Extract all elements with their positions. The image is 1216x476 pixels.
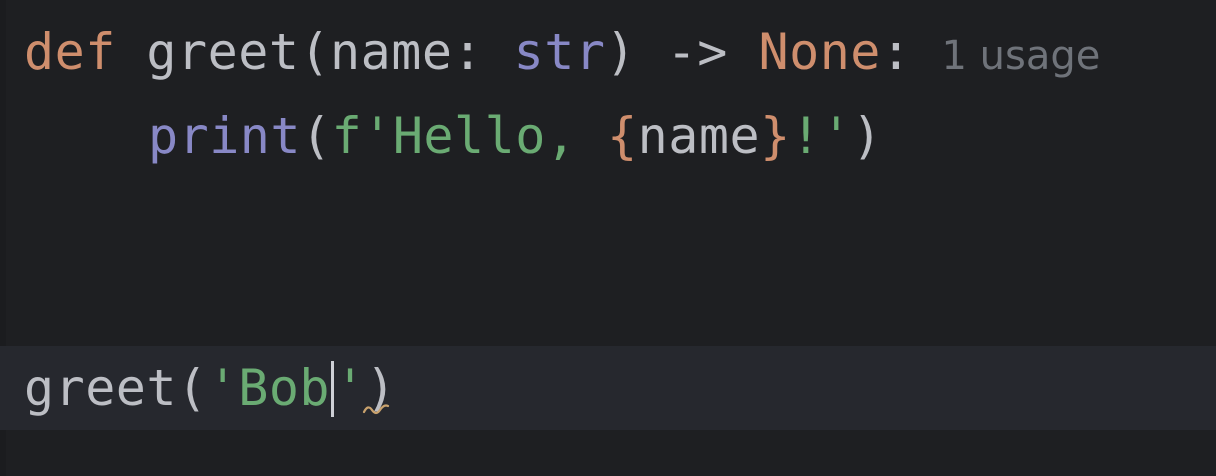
- keyword-def: def: [24, 23, 116, 81]
- builtin-print: print: [148, 107, 302, 165]
- paren-close: ): [851, 107, 883, 165]
- call-greet[interactable]: greet: [24, 359, 177, 417]
- fstring-suffix: !': [790, 107, 852, 165]
- string-argument: 'Bob: [207, 359, 331, 417]
- fstring-prefix: f'Hello,: [331, 107, 608, 165]
- usage-inlay-hint[interactable]: 1 usage: [942, 33, 1101, 79]
- keyword-none: None: [758, 23, 881, 81]
- call-paren-open: (: [177, 359, 208, 417]
- function-name-greet[interactable]: greet: [146, 23, 299, 81]
- parameter-list-open: (name:: [299, 23, 514, 81]
- code-editor[interactable]: def greet(name: str) -> None: 1 usage pri…: [0, 0, 1216, 476]
- fstring-brace-close: }: [760, 107, 791, 165]
- code-line-3[interactable]: greet('Bob '): [24, 346, 396, 430]
- text-caret: [331, 360, 335, 417]
- paren-open: (: [301, 107, 332, 165]
- return-arrow: ) ->: [605, 23, 759, 81]
- fstring-brace-open: {: [607, 107, 638, 165]
- code-line-1[interactable]: def greet(name: str) -> None: 1 usage: [24, 10, 1100, 94]
- type-annotation-str: str: [513, 23, 606, 81]
- colon: :: [880, 23, 912, 81]
- code-line-2[interactable]: print(f'Hello, {name}!'): [148, 94, 883, 178]
- fstring-variable: name: [637, 107, 761, 165]
- warning-squiggle-icon[interactable]: [362, 400, 390, 416]
